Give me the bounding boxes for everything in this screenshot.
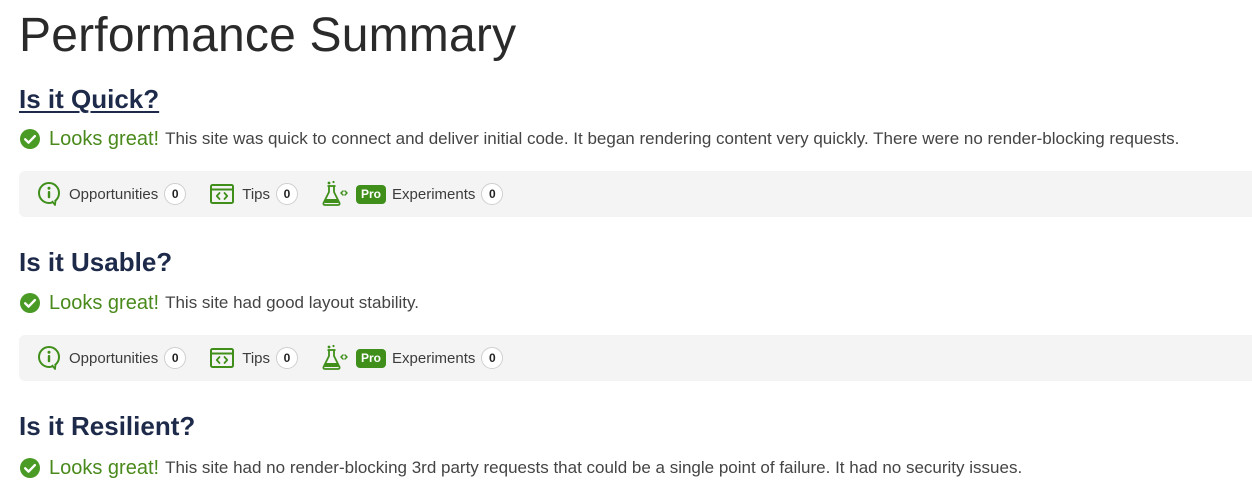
- opportunities-count-badge: 0: [164, 347, 187, 369]
- opportunities-button[interactable]: Opportunities 0: [36, 181, 187, 207]
- experiments-label: Experiments: [392, 349, 476, 367]
- pro-badge: Pro: [356, 348, 387, 368]
- tips-count-badge: 0: [276, 347, 298, 369]
- verdict-description: This site had good layout stability.: [165, 293, 419, 312]
- opportunities-label: Opportunities: [69, 185, 159, 203]
- findings-toolbar-quick: Opportunities 0 Tips 0 Pro Experiments 0: [19, 171, 1252, 217]
- flask-icon: [322, 180, 348, 206]
- verdict-description: This site was quick to connect and deliv…: [165, 129, 1180, 148]
- page-title: Performance Summary: [19, 9, 517, 62]
- tips-label: Tips: [242, 185, 270, 203]
- check-circle-icon: [20, 293, 40, 313]
- pro-badge: Pro: [356, 184, 387, 204]
- verdict-status: Looks great!: [49, 127, 160, 150]
- findings-toolbar-usable: Opportunities 0 Tips 0 Pro Experiments 0: [19, 335, 1252, 381]
- tips-button[interactable]: Tips 0: [209, 346, 298, 370]
- verdict-usable: Looks great! This site had good layout s…: [19, 290, 419, 316]
- tips-count-badge: 0: [276, 183, 298, 205]
- code-window-icon: [210, 184, 235, 204]
- experiments-count-badge: 0: [481, 347, 504, 369]
- experiments-label: Experiments: [392, 185, 476, 203]
- verdict-resilient: Looks great! This site had no render-blo…: [19, 455, 1022, 481]
- check-circle-icon: [20, 129, 40, 149]
- flask-icon: [322, 344, 348, 370]
- check-circle-icon: [20, 458, 40, 478]
- verdict-quick: Looks great! This site was quick to conn…: [19, 126, 1179, 152]
- opportunities-button[interactable]: Opportunities 0: [36, 345, 187, 371]
- performance-summary-page: Performance Summary Is it Quick? Looks g…: [0, 0, 1252, 490]
- tips-label: Tips: [242, 349, 270, 367]
- experiments-button[interactable]: Pro Experiments 0: [321, 344, 504, 372]
- section-heading-quick[interactable]: Is it Quick?: [19, 83, 159, 115]
- lightbulb-info-icon: [38, 182, 60, 206]
- section-heading-usable: Is it Usable?: [19, 247, 173, 277]
- verdict-status: Looks great!: [49, 291, 160, 314]
- section-heading-resilient: Is it Resilient?: [19, 411, 196, 441]
- verdict-status: Looks great!: [49, 456, 160, 479]
- experiments-count-badge: 0: [481, 183, 504, 205]
- verdict-description: This site had no render-blocking 3rd par…: [165, 458, 1023, 477]
- tips-button[interactable]: Tips 0: [209, 182, 298, 206]
- opportunities-count-badge: 0: [164, 183, 187, 205]
- lightbulb-info-icon: [38, 346, 60, 370]
- experiments-button[interactable]: Pro Experiments 0: [321, 180, 504, 208]
- opportunities-label: Opportunities: [69, 349, 159, 367]
- code-window-icon: [210, 348, 235, 368]
